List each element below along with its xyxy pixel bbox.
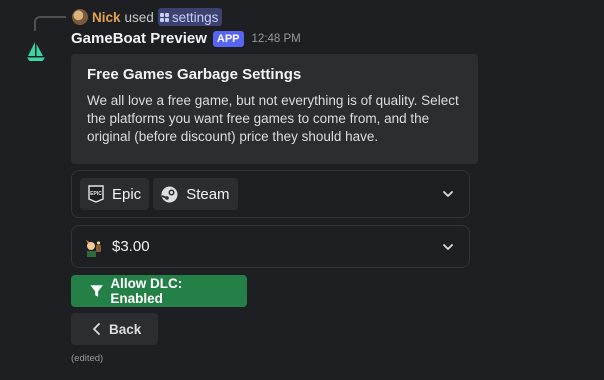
chevron-down-icon bbox=[443, 243, 453, 250]
message-timestamp[interactable]: 12:48 PM bbox=[252, 33, 301, 45]
bot-name[interactable]: GameBoat Preview bbox=[71, 30, 207, 47]
back-label: Back bbox=[109, 321, 142, 337]
reply-used-text: used bbox=[124, 9, 154, 25]
app-badge: APP bbox=[212, 30, 244, 47]
character-emoji-icon bbox=[86, 239, 101, 257]
platform-option-steam[interactable]: Steam bbox=[153, 178, 238, 210]
filter-icon bbox=[90, 285, 103, 297]
steam-icon bbox=[161, 186, 178, 202]
platform-option-label: Epic bbox=[112, 185, 142, 203]
svg-text:EPIC: EPIC bbox=[90, 191, 102, 197]
reply-username[interactable]: Nick bbox=[92, 10, 121, 25]
edited-indicator: (edited) bbox=[71, 353, 104, 364]
platform-select[interactable]: EPIC Epic Steam bbox=[71, 170, 470, 218]
command-mention[interactable]: settings bbox=[157, 8, 223, 26]
chevron-down-icon bbox=[443, 191, 453, 197]
epic-games-icon: EPIC bbox=[88, 185, 104, 203]
command-reply-header: Nick used settings bbox=[72, 8, 223, 26]
price-value: $3.00 bbox=[112, 238, 150, 255]
user-avatar[interactable] bbox=[72, 9, 88, 25]
embed-title: Free Games Garbage Settings bbox=[87, 66, 302, 83]
slash-command-icon bbox=[159, 12, 169, 22]
platform-option-label: Steam bbox=[186, 185, 230, 203]
chevron-left-icon bbox=[93, 323, 100, 335]
embed-description: We all love a free game, but not everyth… bbox=[87, 93, 459, 144]
back-button[interactable]: Back bbox=[71, 313, 158, 345]
message-header: GameBoat Preview APP 12:48 PM bbox=[71, 30, 301, 47]
platform-option-epic[interactable]: EPIC Epic bbox=[80, 178, 150, 210]
allow-dlc-label: Allow DLC: Enabled bbox=[110, 276, 183, 306]
command-name: settings bbox=[171, 9, 219, 25]
bot-avatar[interactable] bbox=[16, 32, 56, 72]
sailboat-icon bbox=[27, 42, 45, 61]
reply-connector bbox=[34, 16, 66, 31]
price-select[interactable]: $3.00 bbox=[71, 225, 470, 268]
settings-embed: Free Games Garbage Settings We all love … bbox=[71, 54, 478, 164]
price-selected-value: $3.00 bbox=[80, 236, 150, 258]
allow-dlc-button[interactable]: Allow DLC: Enabled bbox=[71, 275, 247, 307]
